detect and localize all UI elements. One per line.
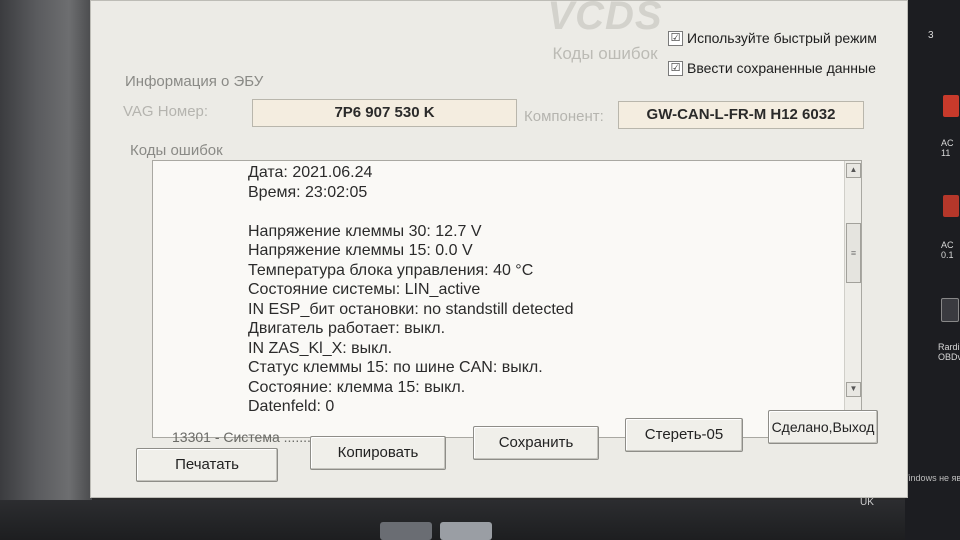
text-line: Температура блока управления: 40 °C — [248, 261, 534, 279]
fault-codes-label: Коды ошибок — [130, 142, 223, 159]
text-line: IN ZAS_Kl_X: выкл. — [248, 339, 393, 357]
shortcut-icon[interactable] — [941, 298, 959, 322]
desktop-item-label[interactable]: Rardi OBDv2 — [938, 342, 960, 362]
done-exit-button[interactable]: Сделано,Выход — [768, 410, 878, 444]
save-button[interactable]: Сохранить — [473, 426, 599, 460]
text-line: Состояние: клемма 15: выкл. — [248, 378, 466, 396]
copy-button[interactable]: Копировать — [310, 436, 446, 470]
print-button[interactable]: Печатать — [136, 448, 278, 482]
desktop-item-label[interactable]: AC 11 — [941, 138, 954, 158]
text-line: Напряжение клеммы 30: 12.7 V — [248, 222, 482, 240]
component-label: Компонент: — [524, 108, 604, 125]
text-line: Время: 23:02:05 — [248, 183, 368, 201]
text-line: Напряжение клеммы 15: 0.0 V — [248, 242, 473, 259]
text-line: Datenfeld: 0 — [248, 398, 335, 415]
taskbar-button[interactable] — [380, 522, 432, 540]
side-number: 3 — [928, 30, 934, 41]
monitor-bezel-left — [0, 0, 92, 540]
fast-mode-checkbox[interactable]: ☑ Используйте быстрый режим — [668, 30, 877, 46]
app-icon[interactable] — [943, 95, 959, 117]
load-saved-label: Ввести сохраненные данные — [687, 60, 876, 76]
ecu-info-label: Информация о ЭБУ — [125, 73, 264, 90]
text-line: Статус клеммы 15: по шине CAN: выкл. — [248, 359, 543, 376]
desktop-item-label[interactable]: AC 0.1 — [941, 240, 954, 260]
component-field: GW-CAN-L-FR-M H12 6032 — [618, 101, 864, 129]
load-saved-checkbox[interactable]: ☑ Ввести сохраненные данные — [668, 60, 876, 76]
vag-number-field: 7P6 907 530 K — [252, 99, 517, 127]
checkbox-checked-icon[interactable]: ☑ — [668, 30, 683, 46]
fault-codes-textarea[interactable]: Дата: 2021.06.24 Время: 23:02:05 Напряже… — [152, 160, 862, 438]
app-icon[interactable] — [943, 195, 959, 217]
text-line: IN ESP_бит остановки: no standstill dete… — [248, 300, 574, 318]
checkbox-checked-icon[interactable]: ☑ — [668, 60, 683, 76]
desktop-right-strip: 3 AC 11 AC 0.1 Rardi OBDv2 — [905, 0, 960, 540]
text-line — [248, 202, 574, 222]
clear-codes-button[interactable]: Стереть-05 — [625, 418, 743, 452]
vag-number-label: VAG Номер: — [123, 103, 209, 120]
vertical-scrollbar[interactable]: ▲ ≡ ▼ — [844, 161, 861, 437]
scroll-up-icon[interactable]: ▲ — [846, 163, 861, 178]
scroll-thumb[interactable]: ≡ — [846, 223, 861, 283]
text-line: Состояние системы: LIN_active — [248, 281, 481, 298]
fast-mode-label: Используйте быстрый режим — [687, 30, 877, 46]
taskbar-button[interactable] — [440, 522, 492, 540]
fault-codes-text: Дата: 2021.06.24 Время: 23:02:05 Напряже… — [248, 163, 574, 417]
tray-language[interactable]: UK — [860, 497, 874, 508]
text-line: Дата: 2021.06.24 — [248, 164, 373, 181]
text-line: Двигатель работает: выкл. — [248, 320, 446, 337]
vcds-fault-codes-window: VCDS Коды ошибок ☑ Используйте быстрый р… — [90, 0, 908, 498]
scroll-down-icon[interactable]: ▼ — [846, 382, 861, 397]
